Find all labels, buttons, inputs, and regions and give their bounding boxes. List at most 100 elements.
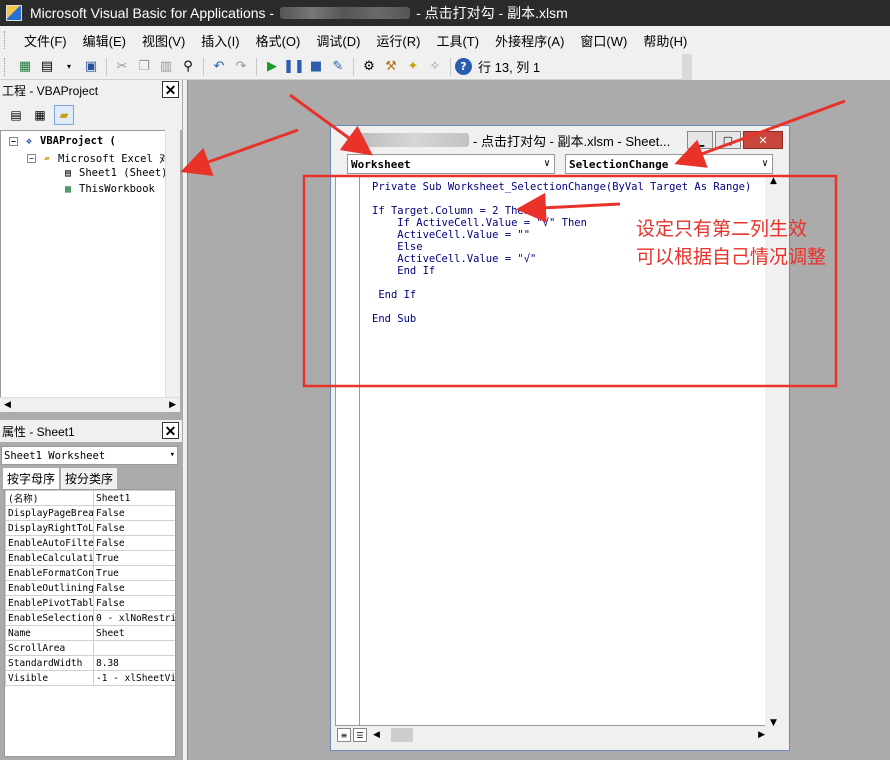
property-row[interactable]: DisplayRightToLeftFalse [5, 520, 175, 536]
property-row[interactable]: EnableAutoFilter False [5, 535, 175, 551]
menu-file[interactable]: 文件(F) [16, 31, 75, 50]
toggle-folders-icon[interactable]: ▰ [54, 105, 74, 125]
property-row[interactable]: EnablePivotTable False [5, 595, 175, 611]
reset-icon[interactable]: ■ [305, 56, 327, 78]
property-value[interactable]: Sheet1 [93, 490, 175, 506]
project-tree-hscrollbar[interactable]: ◀ ▶ [0, 397, 180, 412]
property-row[interactable]: (名称) Sheet1 [5, 490, 175, 506]
property-value[interactable]: Sheet [93, 625, 175, 641]
chevron-down-icon[interactable]: ∨ [762, 155, 768, 173]
find-icon[interactable]: ⚲ [177, 56, 199, 78]
insert-module-icon[interactable]: ▤ [36, 56, 58, 78]
collapse-toggle-icon[interactable]: − [27, 154, 36, 163]
properties-window-icon[interactable]: ⚒ [380, 56, 402, 78]
code-line[interactable]: End Sub [372, 313, 751, 325]
code-line[interactable] [372, 277, 751, 289]
chevron-down-icon[interactable]: ▾ [170, 447, 175, 464]
property-row[interactable]: EnableOutlining False [5, 580, 175, 596]
pane-splitter[interactable] [183, 80, 188, 760]
redo-icon[interactable]: ↷ [230, 56, 252, 78]
code-window-titlebar[interactable]: - 点击打对勾 - 副本.xlsm - Sheet... ▁ ▢ ✕ [331, 126, 789, 154]
undo-icon[interactable]: ↶ [208, 56, 230, 78]
toolbar-end-grip[interactable] [682, 54, 692, 80]
project-explorer-icon[interactable]: ⚙ [358, 56, 380, 78]
copy-icon[interactable]: ❐ [133, 56, 155, 78]
scroll-right-icon[interactable]: ▶ [758, 730, 765, 740]
run-icon[interactable]: ▶ [261, 56, 283, 78]
minimize-button[interactable]: ▁ [687, 131, 713, 149]
dropdown-arrow-icon[interactable]: ▾ [58, 56, 80, 78]
paste-icon[interactable]: ▥ [155, 56, 177, 78]
help-icon[interactable]: ? [455, 58, 472, 75]
window-title-suffix: - 点击打对勾 - 副本.xlsm [416, 5, 568, 21]
properties-pane-close-button[interactable]: ✕ [162, 422, 179, 439]
scroll-left-icon[interactable]: ◀ [4, 400, 11, 410]
close-button[interactable]: ✕ [743, 131, 783, 149]
full-module-view-icon[interactable]: ☰ [353, 728, 367, 742]
property-row[interactable]: EnableFormatConditionsCalculationTrue [5, 565, 175, 581]
menu-edit[interactable]: 编辑(E) [75, 31, 134, 50]
code-hscroll-thumb[interactable] [391, 728, 413, 742]
scroll-up-icon[interactable]: ▲ [770, 176, 777, 186]
property-value[interactable]: False [93, 505, 175, 521]
code-line[interactable] [372, 301, 751, 313]
property-row[interactable]: Name Sheet [5, 625, 175, 641]
property-row[interactable]: EnableSelection0 - xlNoRestrictions [5, 610, 175, 626]
property-value[interactable]: -1 - xlSheetVisible [93, 670, 175, 686]
project-pane-close-button[interactable]: ✕ [162, 81, 179, 98]
property-row[interactable]: ScrollArea [5, 640, 175, 656]
property-row[interactable]: DisplayPageBreaksFalse [5, 505, 175, 521]
tree-node-excel-objects[interactable]: − ▰ Microsoft Excel 对象 [27, 151, 180, 166]
menu-run[interactable]: 运行(R) [368, 31, 428, 50]
property-value[interactable]: True [93, 565, 175, 581]
toolbox-icon[interactable]: ✧ [424, 56, 446, 78]
property-value[interactable]: True [93, 550, 175, 566]
property-value[interactable]: False [93, 535, 175, 551]
scroll-down-icon[interactable]: ▼ [770, 718, 777, 728]
tree-node-thisworkbook[interactable]: ▦ ThisWorkbook [61, 183, 155, 195]
code-line[interactable]: End If [372, 289, 751, 301]
menu-insert[interactable]: 插入(I) [193, 31, 247, 50]
menu-addins[interactable]: 外接程序(A) [487, 31, 572, 50]
object-combo[interactable]: Worksheet ∨ [347, 154, 555, 174]
procedure-view-icon[interactable]: ≡ [337, 728, 351, 742]
cut-icon[interactable]: ✂ [111, 56, 133, 78]
menu-debug[interactable]: 调试(D) [308, 31, 368, 50]
view-code-icon[interactable]: ▤ [6, 105, 26, 125]
pause-icon[interactable]: ❚❚ [283, 56, 305, 78]
property-row[interactable]: StandardWidth 8.38 [5, 655, 175, 671]
save-icon[interactable]: ▣ [80, 56, 102, 78]
property-value[interactable]: False [93, 595, 175, 611]
menu-view[interactable]: 视图(V) [134, 31, 193, 50]
code-margin[interactable] [336, 177, 360, 725]
object-browser-icon[interactable]: ✦ [402, 56, 424, 78]
chevron-down-icon[interactable]: ∨ [544, 155, 550, 173]
menu-format[interactable]: 格式(O) [248, 31, 309, 50]
menu-help[interactable]: 帮助(H) [635, 31, 695, 50]
tree-node-sheet1[interactable]: ▤ Sheet1 (Sheet) [61, 167, 168, 179]
view-excel-icon[interactable]: ▦ [14, 56, 36, 78]
code-line[interactable]: Private Sub Worksheet_SelectionChange(By… [372, 181, 751, 193]
design-mode-icon[interactable]: ✎ [327, 56, 349, 78]
tree-node-vbaproject[interactable]: − ❖ VBAProject ( [9, 135, 116, 147]
property-value[interactable]: 0 - xlNoRestrictions [93, 610, 175, 626]
tab-alphabetic[interactable]: 按字母序 [2, 467, 61, 489]
property-value[interactable]: 8.38 [93, 655, 175, 671]
property-row[interactable]: EnableCalculationTrue [5, 550, 175, 566]
properties-object-select[interactable]: Sheet1 Worksheet ▾ [1, 446, 178, 465]
tab-categorized[interactable]: 按分类序 [60, 467, 119, 489]
property-value[interactable]: False [93, 520, 175, 536]
project-tree-vscrollbar[interactable] [165, 130, 180, 397]
view-object-icon[interactable]: ▦ [30, 105, 50, 125]
property-value[interactable] [93, 640, 175, 656]
code-line[interactable] [372, 193, 751, 205]
property-row[interactable]: Visible-1 - xlSheetVisible [5, 670, 175, 686]
maximize-button[interactable]: ▢ [715, 131, 741, 149]
scroll-left-icon[interactable]: ◀ [373, 730, 380, 740]
scroll-right-icon[interactable]: ▶ [169, 400, 176, 410]
procedure-combo[interactable]: SelectionChange ∨ [565, 154, 773, 174]
property-value[interactable]: False [93, 580, 175, 596]
menu-tools[interactable]: 工具(T) [428, 31, 487, 50]
collapse-toggle-icon[interactable]: − [9, 136, 18, 146]
menu-window[interactable]: 窗口(W) [572, 31, 635, 50]
